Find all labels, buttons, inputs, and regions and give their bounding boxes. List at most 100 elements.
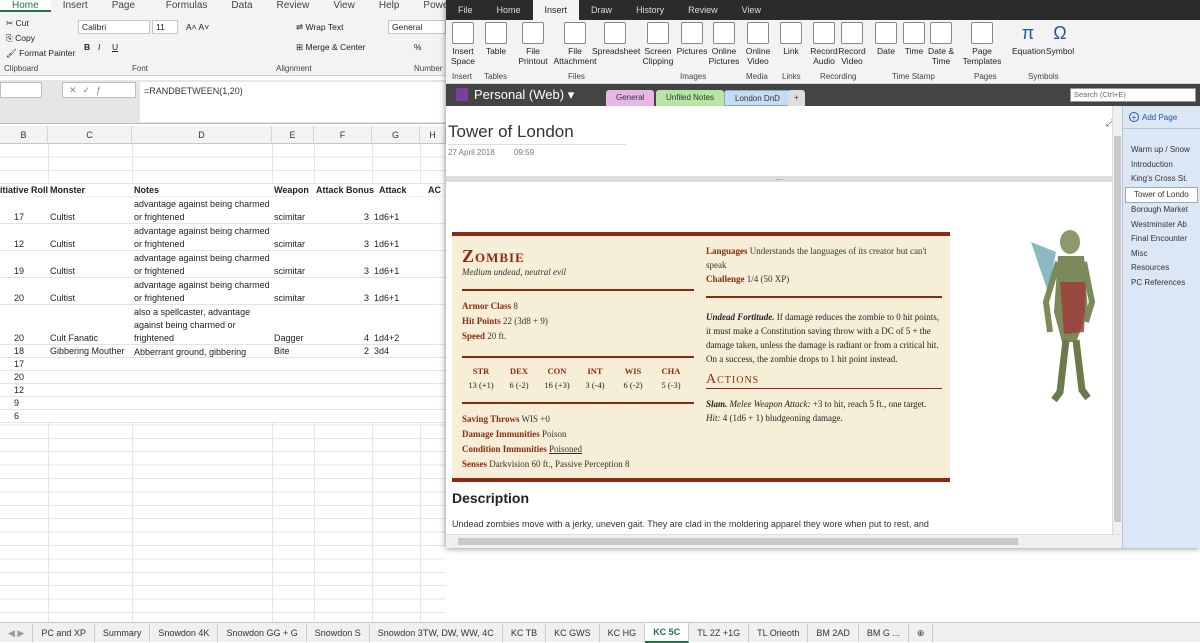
cell-initiative[interactable]: 19	[14, 265, 24, 278]
header-notes[interactable]: Notes	[134, 184, 159, 196]
table-row[interactable]: 20 Cult Fanatic also a spellcaster, advant…	[0, 305, 446, 345]
cell-attack[interactable]: 1d6+1	[374, 265, 399, 278]
cell-weapon[interactable]: Dagger	[274, 332, 304, 345]
cell-attack[interactable]: 1d4+2	[374, 332, 399, 345]
section-tab-general[interactable]: General	[606, 90, 655, 106]
table-row[interactable]: 18 Gibbering Mouther Abberrant ground, gib…	[0, 345, 446, 358]
page-canvas[interactable]: Tower of London 27 April 2018 09:59 ⤢ ..…	[446, 106, 1112, 534]
format-painter-button[interactable]: 🖌 Format Painter	[6, 48, 75, 59]
header-weapon[interactable]: Weapon	[274, 184, 309, 196]
excel-tab-review[interactable]: Review	[265, 0, 322, 12]
excel-tab-view[interactable]: View	[321, 0, 367, 12]
insert-space-button[interactable]: Insert Space	[450, 22, 476, 66]
horizontal-scrollbar[interactable]	[446, 534, 1122, 548]
table-row[interactable]: 20	[0, 371, 446, 384]
add-sheet-icon[interactable]: ⊕	[909, 623, 934, 642]
cell-initiative[interactable]: 20	[14, 292, 24, 305]
cell-initiative[interactable]: 20	[14, 332, 24, 345]
add-page-button[interactable]: + Add Page	[1123, 106, 1200, 129]
page-item[interactable]: PC References	[1123, 276, 1200, 291]
screen-clipping-button[interactable]: Screen Clipping	[642, 22, 674, 66]
table-row[interactable]: 12 Cultist advantage against being charmed…	[0, 224, 446, 251]
italic-button[interactable]: I	[98, 42, 100, 52]
cell-notes[interactable]: advantage against being charmed or frigh…	[134, 252, 272, 278]
on-tab-draw[interactable]: Draw	[579, 0, 624, 20]
sheet-tab[interactable]: KC HG	[600, 623, 646, 642]
formula-input[interactable]: =RANDBETWEEN(1,20)	[140, 82, 446, 122]
page-title[interactable]: Tower of London	[448, 122, 626, 145]
cell-attack-bonus[interactable]: 3	[364, 292, 369, 305]
header-attack[interactable]: Attack	[379, 184, 407, 196]
note-container-handle[interactable]: ....	[446, 175, 1112, 182]
cell-attack[interactable]: 3d4	[374, 345, 389, 358]
cell-weapon[interactable]: Bite	[274, 345, 290, 358]
cell-notes[interactable]: advantage against being charmed or frigh…	[134, 279, 272, 305]
cell-initiative[interactable]: 18	[14, 345, 24, 358]
table-row[interactable]: 9	[0, 397, 446, 410]
header-attack-bonus[interactable]: Attack Bonus	[316, 184, 374, 196]
page-templates-button[interactable]: Page Templates	[960, 22, 1004, 66]
sheet-tab[interactable]: Snowdon 3TW, DW, WW, 4C	[370, 623, 503, 642]
wrap-text-button[interactable]: ⇌ Wrap Text	[296, 22, 343, 33]
time-button[interactable]: Time	[902, 22, 926, 56]
sheet-tab[interactable]: BM G ...	[859, 623, 909, 642]
font-name-select[interactable]: Calibri	[78, 20, 150, 34]
sheet-tab[interactable]: TL Orieoth	[749, 623, 809, 642]
font-size-select[interactable]: 11	[152, 20, 178, 34]
excel-tab-help[interactable]: Help	[367, 0, 412, 12]
excel-tab-page-layout[interactable]: Page Layout	[100, 0, 154, 23]
merge-center-button[interactable]: ⊞ Merge & Center	[296, 42, 365, 53]
search-input[interactable]: Search (Ctrl+E)	[1070, 88, 1196, 102]
cell-notes[interactable]: also a spellcaster, advantage against be…	[134, 306, 272, 345]
cell-weapon[interactable]: scimitar	[274, 292, 305, 305]
excel-tab-data[interactable]: Data	[219, 0, 264, 12]
sheet-tab[interactable]: BM 2AD	[808, 623, 859, 642]
notebook-selector[interactable]: Personal (Web) ▾	[456, 87, 574, 103]
header-initiative[interactable]: itiative Roll	[0, 184, 48, 196]
vertical-scrollbar[interactable]	[1112, 106, 1122, 534]
cell-attack-bonus[interactable]: 4	[364, 332, 369, 345]
table-row[interactable]: 17 Cultist advantage against being charmed…	[0, 197, 446, 224]
cell-attack[interactable]: 1d6+1	[374, 211, 399, 224]
file-printout-button[interactable]: File Printout	[516, 22, 550, 66]
col-header-f[interactable]: F	[314, 126, 372, 144]
name-box[interactable]	[0, 82, 42, 98]
page-item[interactable]: Final Encounter	[1123, 232, 1200, 247]
sheet-tab[interactable]: TL 2Z +1G	[689, 623, 750, 642]
page-item[interactable]: Westminster Ab	[1123, 218, 1200, 233]
cell-attack-bonus[interactable]: 3	[364, 265, 369, 278]
table-row[interactable]: 19 Cultist advantage against being charmed…	[0, 251, 446, 278]
section-tab-unfiled[interactable]: Unfiled Notes	[656, 90, 725, 106]
header-ac[interactable]: AC	[428, 184, 441, 196]
date-button[interactable]: Date	[874, 22, 898, 56]
col-header-e[interactable]: E	[272, 126, 314, 144]
col-header-c[interactable]: C	[48, 126, 132, 144]
on-tab-view[interactable]: View	[730, 0, 773, 20]
cell-notes[interactable]: advantage against being charmed or frigh…	[134, 198, 272, 224]
table-row[interactable]: 6	[0, 410, 446, 423]
scroll-thumb[interactable]	[458, 538, 1018, 545]
bold-button[interactable]: B	[84, 42, 90, 52]
cell-initiative[interactable]: 17	[14, 358, 24, 371]
record-audio-button[interactable]: Record Audio	[810, 22, 838, 66]
cell-attack-bonus[interactable]: 3	[364, 211, 369, 224]
page-item[interactable]: Introduction	[1123, 158, 1200, 173]
font-grow-icon[interactable]: A˄ A˅	[186, 22, 209, 32]
equation-button[interactable]: π Equation	[1012, 22, 1046, 56]
on-tab-review[interactable]: Review	[676, 0, 730, 20]
col-header-h[interactable]: H	[420, 126, 446, 144]
excel-tab-home[interactable]: Home	[0, 0, 51, 12]
cell-initiative[interactable]: 12	[14, 238, 24, 251]
date-time-button[interactable]: Date & Time	[928, 22, 954, 66]
cell-initiative[interactable]: 17	[14, 211, 24, 224]
copy-button[interactable]: ⎘ Copy	[6, 33, 35, 44]
online-video-button[interactable]: Online Video	[744, 22, 772, 66]
cell-attack-bonus[interactable]: 2	[364, 345, 369, 358]
pictures-button[interactable]: Pictures	[676, 22, 708, 56]
cell-attack[interactable]: 1d6+1	[374, 292, 399, 305]
page-item[interactable]: Misc	[1123, 247, 1200, 262]
cell-weapon[interactable]: scimitar	[274, 211, 305, 224]
table-button[interactable]: Table	[482, 22, 510, 56]
table-row[interactable]: 20 Cultist advantage against being charmed…	[0, 278, 446, 305]
cell-monster[interactable]: Cultist	[50, 265, 75, 278]
